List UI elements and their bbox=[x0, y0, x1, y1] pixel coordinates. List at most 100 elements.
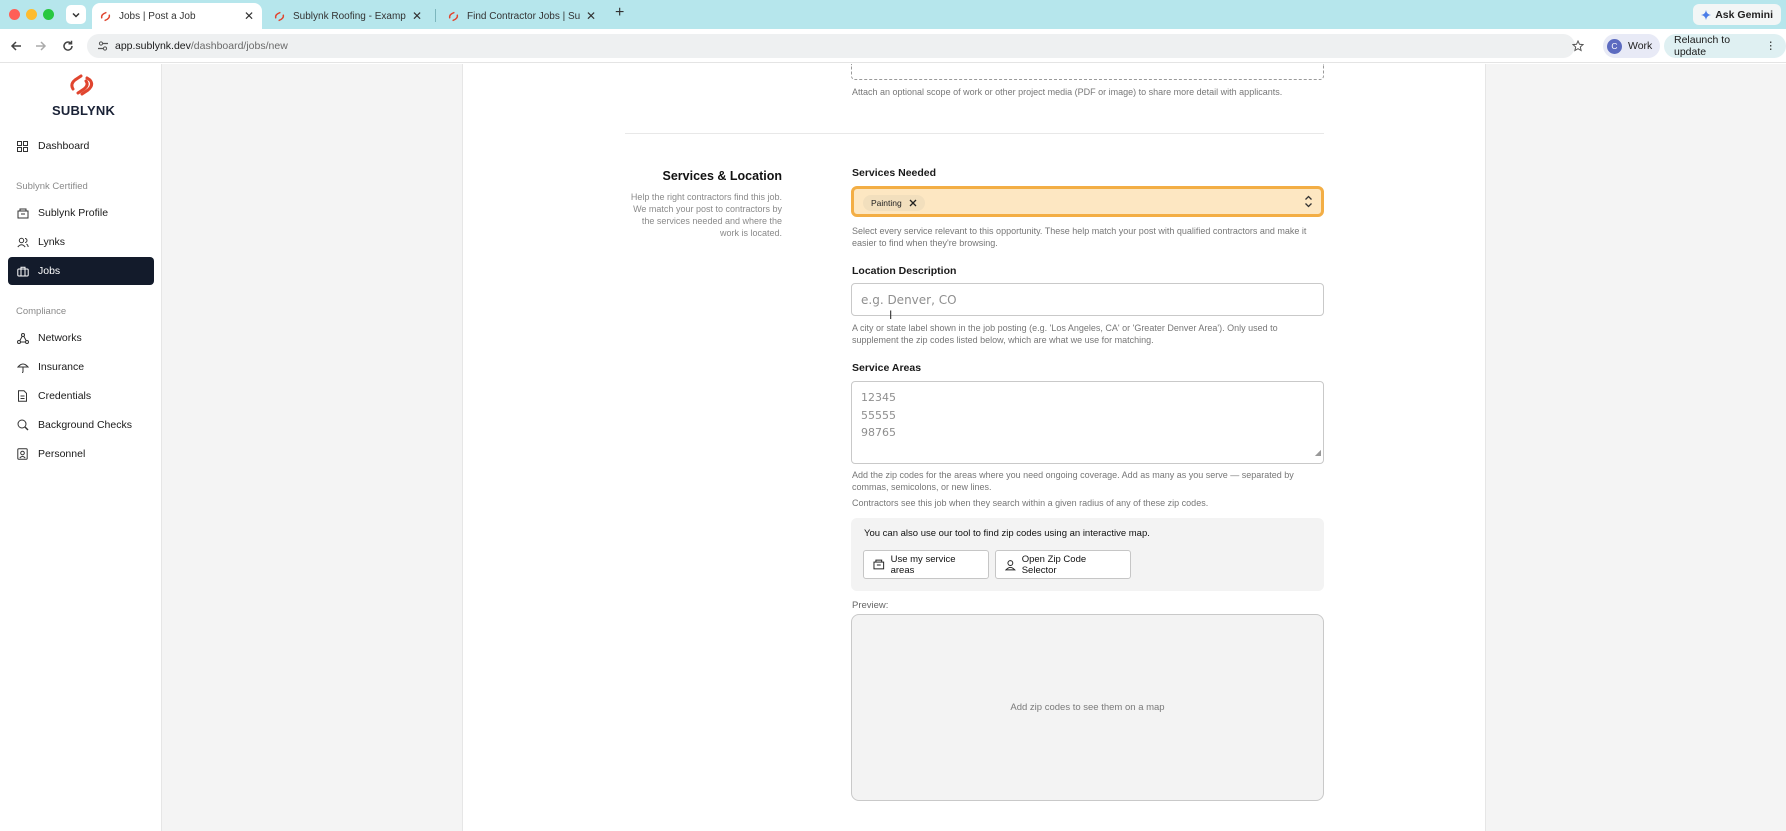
tab-close-icon[interactable]: ✕ bbox=[244, 9, 254, 23]
reload-button[interactable] bbox=[60, 38, 76, 54]
window-close-button[interactable] bbox=[9, 9, 20, 20]
sublynk-favicon-icon bbox=[100, 11, 111, 21]
building-icon bbox=[16, 207, 29, 220]
new-tab-button[interactable]: + bbox=[615, 4, 624, 22]
sidebar-item-networks[interactable]: Networks bbox=[8, 324, 154, 352]
sidebar-item-lynks[interactable]: Lynks bbox=[8, 228, 154, 256]
id-card-icon bbox=[16, 448, 29, 461]
service-areas-label: Service Areas bbox=[852, 362, 922, 374]
tab-title: Jobs | Post a Job bbox=[119, 10, 196, 22]
arrow-right-icon bbox=[36, 41, 47, 51]
services-help-text: Select every service relevant to this op… bbox=[852, 226, 1307, 248]
sidebar-item-label: Lynks bbox=[38, 236, 66, 248]
zip-tool-panel: You can also use our tool to find zip co… bbox=[851, 518, 1324, 591]
brand-name: SUBLYNK bbox=[52, 103, 116, 118]
gemini-sparkle-icon bbox=[1701, 9, 1712, 20]
profile-button[interactable]: C Work bbox=[1603, 34, 1661, 58]
sidebar-item-label: Credentials bbox=[38, 390, 92, 402]
location-placeholder: e.g. Denver, CO bbox=[861, 292, 957, 307]
forward-button[interactable] bbox=[33, 38, 49, 54]
file-dropzone[interactable] bbox=[851, 64, 1324, 80]
address-bar[interactable]: app.sublynk.dev/dashboard/jobs/new bbox=[87, 34, 1575, 58]
section-title: Services & Location bbox=[662, 169, 783, 183]
service-chip-painting: Painting bbox=[863, 195, 925, 211]
browser-toolbar: app.sublynk.dev/dashboard/jobs/new C Wor… bbox=[0, 29, 1786, 63]
window-zoom-button[interactable] bbox=[43, 9, 54, 20]
document-icon bbox=[16, 390, 29, 403]
open-zip-code-selector-button[interactable]: Open Zip Code Selector bbox=[995, 550, 1131, 579]
preview-label: Preview: bbox=[852, 600, 889, 611]
chevron-down-icon bbox=[72, 12, 80, 18]
remove-chip-icon[interactable] bbox=[909, 199, 917, 207]
service-areas-radius-help: Contractors see this job when they searc… bbox=[852, 498, 1209, 508]
bookmark-star-icon[interactable] bbox=[1571, 39, 1585, 57]
sidebar-item-dashboard[interactable]: Dashboard bbox=[8, 132, 154, 160]
chip-label: Painting bbox=[871, 198, 902, 208]
relaunch-label: Relaunch to update bbox=[1674, 34, 1731, 58]
zip-tool-text: You can also use our tool to find zip co… bbox=[864, 528, 1150, 539]
arrow-left-icon bbox=[10, 41, 21, 51]
sublynk-logo-icon bbox=[70, 74, 94, 96]
back-button[interactable] bbox=[8, 38, 24, 54]
sidebar-item-label: Jobs bbox=[38, 265, 61, 277]
text-cursor-icon: I bbox=[889, 308, 893, 322]
window-minimize-button[interactable] bbox=[26, 9, 37, 20]
section-divider bbox=[625, 133, 1324, 134]
url-path: /dashboard/jobs/new bbox=[190, 40, 288, 52]
briefcase-icon bbox=[16, 265, 29, 278]
search-user-icon bbox=[16, 419, 29, 432]
sidebar-item-label: Insurance bbox=[38, 361, 85, 373]
services-multiselect[interactable]: Painting bbox=[851, 186, 1324, 217]
tab-find-contractor-jobs[interactable]: Find Contractor Jobs | Sublynk ✕ bbox=[440, 3, 604, 29]
attach-help-text: Attach an optional scope of work or othe… bbox=[852, 87, 1283, 97]
sidebar-item-insurance[interactable]: Insurance bbox=[8, 353, 154, 381]
ask-gemini-label: Ask Gemini bbox=[1715, 8, 1773, 21]
use-my-service-areas-button[interactable]: Use my service areas bbox=[863, 550, 989, 579]
sublynk-logo[interactable]: SUBLYNK bbox=[52, 74, 116, 118]
avatar: C bbox=[1607, 38, 1622, 54]
sidebar-item-label: Networks bbox=[38, 332, 82, 344]
relaunch-update-button[interactable]: Relaunch to update ⋮ bbox=[1664, 34, 1786, 58]
reload-icon bbox=[63, 40, 73, 51]
location-description-label: Location Description bbox=[852, 265, 957, 277]
resize-handle-icon[interactable]: ◢ bbox=[1315, 444, 1321, 462]
service-areas-placeholder: 12345 55555 98765 bbox=[861, 391, 896, 439]
tab-search-button[interactable] bbox=[66, 5, 86, 24]
map-preview[interactable]: Add zip codes to see them on a map bbox=[851, 614, 1324, 801]
site-settings-icon[interactable] bbox=[97, 40, 109, 52]
sublynk-favicon-icon bbox=[274, 11, 285, 21]
tab-sublynk-roofing[interactable]: Sublynk Roofing - Example Co ✕ bbox=[266, 3, 430, 29]
sidebar: SUBLYNK Dashboard Sublynk Certified Subl… bbox=[0, 64, 162, 831]
button-label: Open Zip Code Selector bbox=[1021, 553, 1087, 576]
sidebar-item-credentials[interactable]: Credentials bbox=[8, 382, 154, 410]
umbrella-icon bbox=[16, 361, 29, 374]
tab-separator bbox=[435, 9, 436, 22]
sidebar-item-sublynk-profile[interactable]: Sublynk Profile bbox=[8, 199, 154, 227]
tab-close-icon[interactable]: ✕ bbox=[586, 9, 596, 23]
services-needed-label: Services Needed bbox=[852, 167, 937, 179]
location-description-input[interactable]: e.g. Denver, CO bbox=[851, 283, 1324, 316]
sidebar-section-compliance: Compliance bbox=[16, 306, 67, 317]
profile-name: Work bbox=[1628, 40, 1653, 52]
network-icon bbox=[16, 332, 29, 345]
sidebar-item-label: Background Checks bbox=[38, 419, 132, 431]
tab-title: Sublynk Roofing - Example Co bbox=[293, 10, 406, 22]
more-vert-icon[interactable]: ⋮ bbox=[1766, 40, 1777, 52]
sidebar-section-certified: Sublynk Certified bbox=[16, 181, 88, 192]
browser-tab-bar: Jobs | Post a Job ✕ Sublynk Roofing - Ex… bbox=[0, 0, 1786, 29]
tab-jobs-post[interactable]: Jobs | Post a Job ✕ bbox=[92, 3, 262, 29]
sidebar-item-label: Sublynk Profile bbox=[38, 207, 109, 219]
tab-close-icon[interactable]: ✕ bbox=[412, 9, 422, 23]
sidebar-item-personnel[interactable]: Personnel bbox=[8, 440, 154, 468]
sidebar-item-jobs[interactable]: Jobs bbox=[8, 257, 154, 285]
users-icon bbox=[16, 236, 29, 249]
sidebar-item-background-checks[interactable]: Background Checks bbox=[8, 411, 154, 439]
sublynk-favicon-icon bbox=[448, 11, 459, 21]
building-icon bbox=[873, 559, 885, 570]
section-description: Help the right contractors find this job… bbox=[630, 192, 782, 238]
grid-icon bbox=[16, 140, 29, 153]
ask-gemini-button[interactable]: Ask Gemini bbox=[1693, 4, 1781, 25]
service-areas-textarea[interactable]: 12345 55555 98765 ◢ bbox=[851, 381, 1324, 464]
url-host: app.sublynk.dev bbox=[115, 40, 191, 52]
location-help-text: A city or state label shown in the job p… bbox=[852, 323, 1278, 345]
